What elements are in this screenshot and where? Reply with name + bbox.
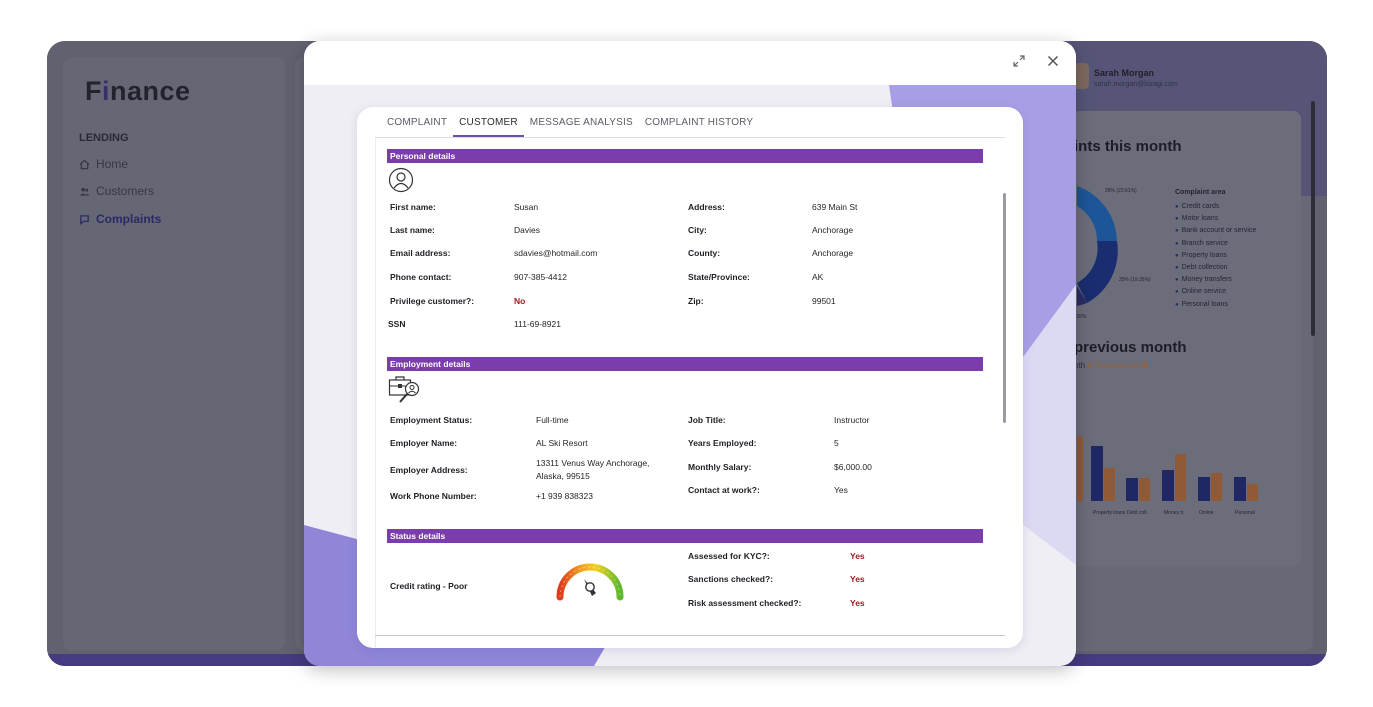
employment-status-label: Employment Status: (390, 415, 473, 425)
city-value: Anchorage (812, 225, 854, 235)
monthly-salary-value: $6,000.00 (834, 462, 872, 472)
close-button[interactable] (1043, 53, 1063, 73)
last-name-value: Davies (514, 225, 540, 235)
ssn-label: SSN (388, 319, 406, 329)
zip-value: 99501 (812, 296, 836, 306)
section-status-details: Status details (387, 529, 983, 543)
address-value: 639 Main St (812, 202, 858, 212)
employment-status-value: Full-time (536, 415, 569, 425)
phone-label: Phone contact: (390, 272, 452, 282)
kyc-value: Yes (850, 551, 865, 561)
tab-message-analysis[interactable]: MESSAGE ANALYSIS (524, 113, 639, 137)
first-name-value: Susan (514, 202, 539, 212)
expand-button[interactable] (1009, 53, 1029, 73)
section-employment-details: Employment details (387, 357, 983, 371)
last-name-label: Last name: (390, 225, 435, 235)
years-employed-value: 5 (834, 438, 839, 448)
employer-address-line2: Alaska, 99515 (536, 471, 590, 481)
years-employed-label: Years Employed: (688, 438, 757, 448)
state-value: AK (812, 272, 824, 282)
employment-icon (388, 376, 420, 403)
kyc-label: Assessed for KYC?: (688, 551, 770, 561)
state-label: State/Province: (688, 272, 750, 282)
ssn-value: 111-69-8921 (514, 319, 561, 329)
privilege-label: Privilege customer?: (390, 296, 475, 306)
zip-label: Zip: (688, 296, 704, 306)
work-phone-value: +1 939 838323 (536, 491, 593, 501)
customer-modal: COMPLAINT CUSTOMER MESSAGE ANALYSIS COMP… (304, 41, 1076, 666)
tab-complaint-history[interactable]: COMPLAINT HISTORY (639, 113, 759, 137)
modal-header (304, 41, 1076, 85)
county-value: Anchorage (812, 248, 854, 258)
sanctions-value: Yes (850, 574, 865, 584)
tab-complaint[interactable]: COMPLAINT (381, 113, 453, 137)
employer-address-line1: 13311 Venus Way Anchorage, (536, 458, 650, 468)
contact-at-work-value: Yes (834, 485, 848, 495)
divider (375, 635, 1005, 636)
close-icon (1047, 55, 1059, 67)
risk-assessment-label: Risk assessment checked?: (688, 598, 802, 608)
work-phone-label: Work Phone Number: (390, 491, 477, 501)
sanctions-label: Sanctions checked?: (688, 574, 774, 584)
privilege-value: No (514, 296, 526, 306)
section-personal-details: Personal details (387, 149, 983, 163)
expand-icon (1013, 55, 1025, 67)
customer-panel: COMPLAINT CUSTOMER MESSAGE ANALYSIS COMP… (357, 107, 1023, 648)
address-label: Address: (688, 202, 725, 212)
phone-value: 907-385-4412 (514, 272, 567, 282)
tab-customer[interactable]: CUSTOMER (453, 113, 524, 137)
job-title-label: Job Title: (688, 415, 726, 425)
tab-bar: COMPLAINT CUSTOMER MESSAGE ANALYSIS COMP… (381, 113, 759, 139)
city-label: City: (688, 225, 707, 235)
email-value: sdavies@hotmail.com (514, 248, 598, 258)
person-icon (388, 167, 414, 193)
first-name-label: First name: (390, 202, 436, 212)
risk-assessment-value: Yes (850, 598, 865, 608)
credit-rating-label: Credit rating - Poor (390, 581, 468, 591)
monthly-salary-label: Monthly Salary: (688, 462, 752, 472)
employer-address-label: Employer Address: (390, 465, 468, 475)
tab-content (375, 137, 1005, 648)
employer-name-value: AL Ski Resort (536, 438, 588, 448)
job-title-value: Instructor (834, 415, 870, 425)
credit-gauge-icon (556, 563, 624, 601)
email-label: Email address: (390, 248, 451, 258)
county-label: County: (688, 248, 721, 258)
contact-at-work-label: Contact at work?: (688, 485, 760, 495)
employer-name-label: Employer Name: (390, 438, 458, 448)
panel-scrollbar[interactable] (1003, 193, 1006, 423)
